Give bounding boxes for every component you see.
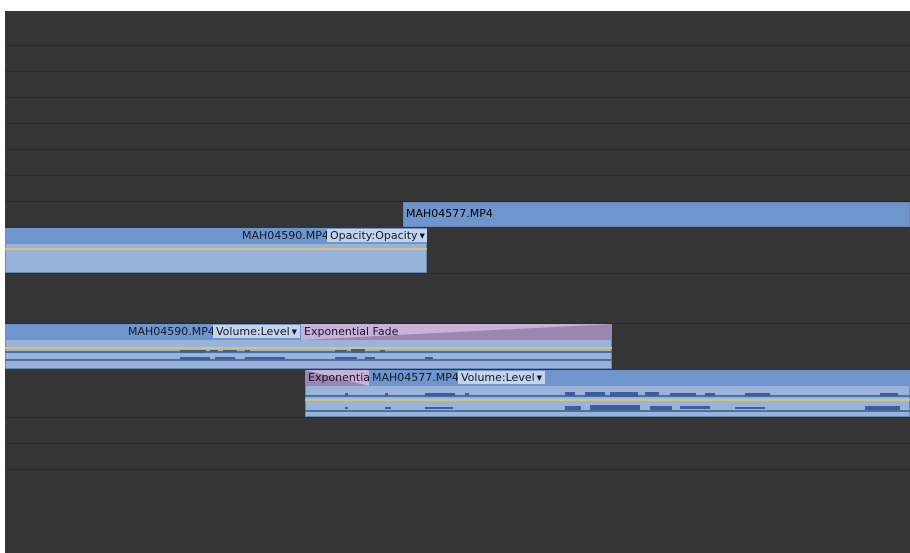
timeline-panel[interactable]: MAH04577.MP4 MAH04590.MP4 Opacity:Opacit… <box>5 11 910 553</box>
clip-name: MAH04590.MP4 <box>128 325 215 338</box>
transition-exponential[interactable]: Exponential <box>305 370 369 386</box>
clip-name: MAH04590.MP4 <box>242 229 329 242</box>
effect-menu-label: Volume:Level <box>461 371 535 384</box>
track-divider <box>5 149 910 150</box>
track-divider <box>5 273 910 274</box>
audio-clip-mah04590[interactable]: MAH04590.MP4 Volume:Level ▼ Exponential F… <box>5 324 612 369</box>
video-clip-mah04577[interactable]: MAH04577.MP4 <box>403 202 910 227</box>
opacity-keyframe-line[interactable] <box>5 248 427 250</box>
clip-header: MAH04577.MP4 Volume:Level ▼ <box>369 370 910 386</box>
clip-header: MAH04590.MP4 Opacity:Opacity ▼ <box>5 228 427 244</box>
audio-waveform <box>345 392 900 410</box>
clip-header: MAH04590.MP4 Volume:Level ▼ <box>5 324 301 340</box>
transition-exponential-fade[interactable]: Exponential Fade <box>301 324 612 340</box>
track-divider <box>5 123 910 124</box>
clip-name: MAH04577.MP4 <box>406 207 493 220</box>
effect-menu-label: Opacity:Opacity <box>330 229 418 242</box>
chevron-down-icon: ▼ <box>419 232 425 240</box>
track-divider <box>5 469 910 470</box>
transition-label: Exponential <box>308 371 369 384</box>
effect-menu-label: Volume:Level <box>216 325 290 338</box>
effect-menu-dropdown[interactable]: Opacity:Opacity ▼ <box>327 229 427 242</box>
track-divider <box>5 71 910 72</box>
clip-name: MAH04577.MP4 <box>372 371 459 384</box>
audio-clip-mah04577[interactable]: Exponential MAH04577.MP4 Volume:Level ▼ <box>305 370 910 417</box>
video-clip-mah04590[interactable]: MAH04590.MP4 Opacity:Opacity ▼ <box>5 228 427 273</box>
chevron-down-icon: ▼ <box>536 374 543 382</box>
transition-label: Exponential Fade <box>304 325 399 338</box>
effect-menu-dropdown[interactable]: Volume:Level ▼ <box>213 325 301 338</box>
track-divider <box>5 175 910 176</box>
audio-waveform <box>180 349 433 360</box>
effect-menu-dropdown[interactable]: Volume:Level ▼ <box>458 371 546 384</box>
track-divider <box>5 45 910 46</box>
chevron-down-icon: ▼ <box>291 328 298 336</box>
track-divider <box>5 443 910 444</box>
track-divider <box>5 417 910 418</box>
track-divider <box>5 97 910 98</box>
